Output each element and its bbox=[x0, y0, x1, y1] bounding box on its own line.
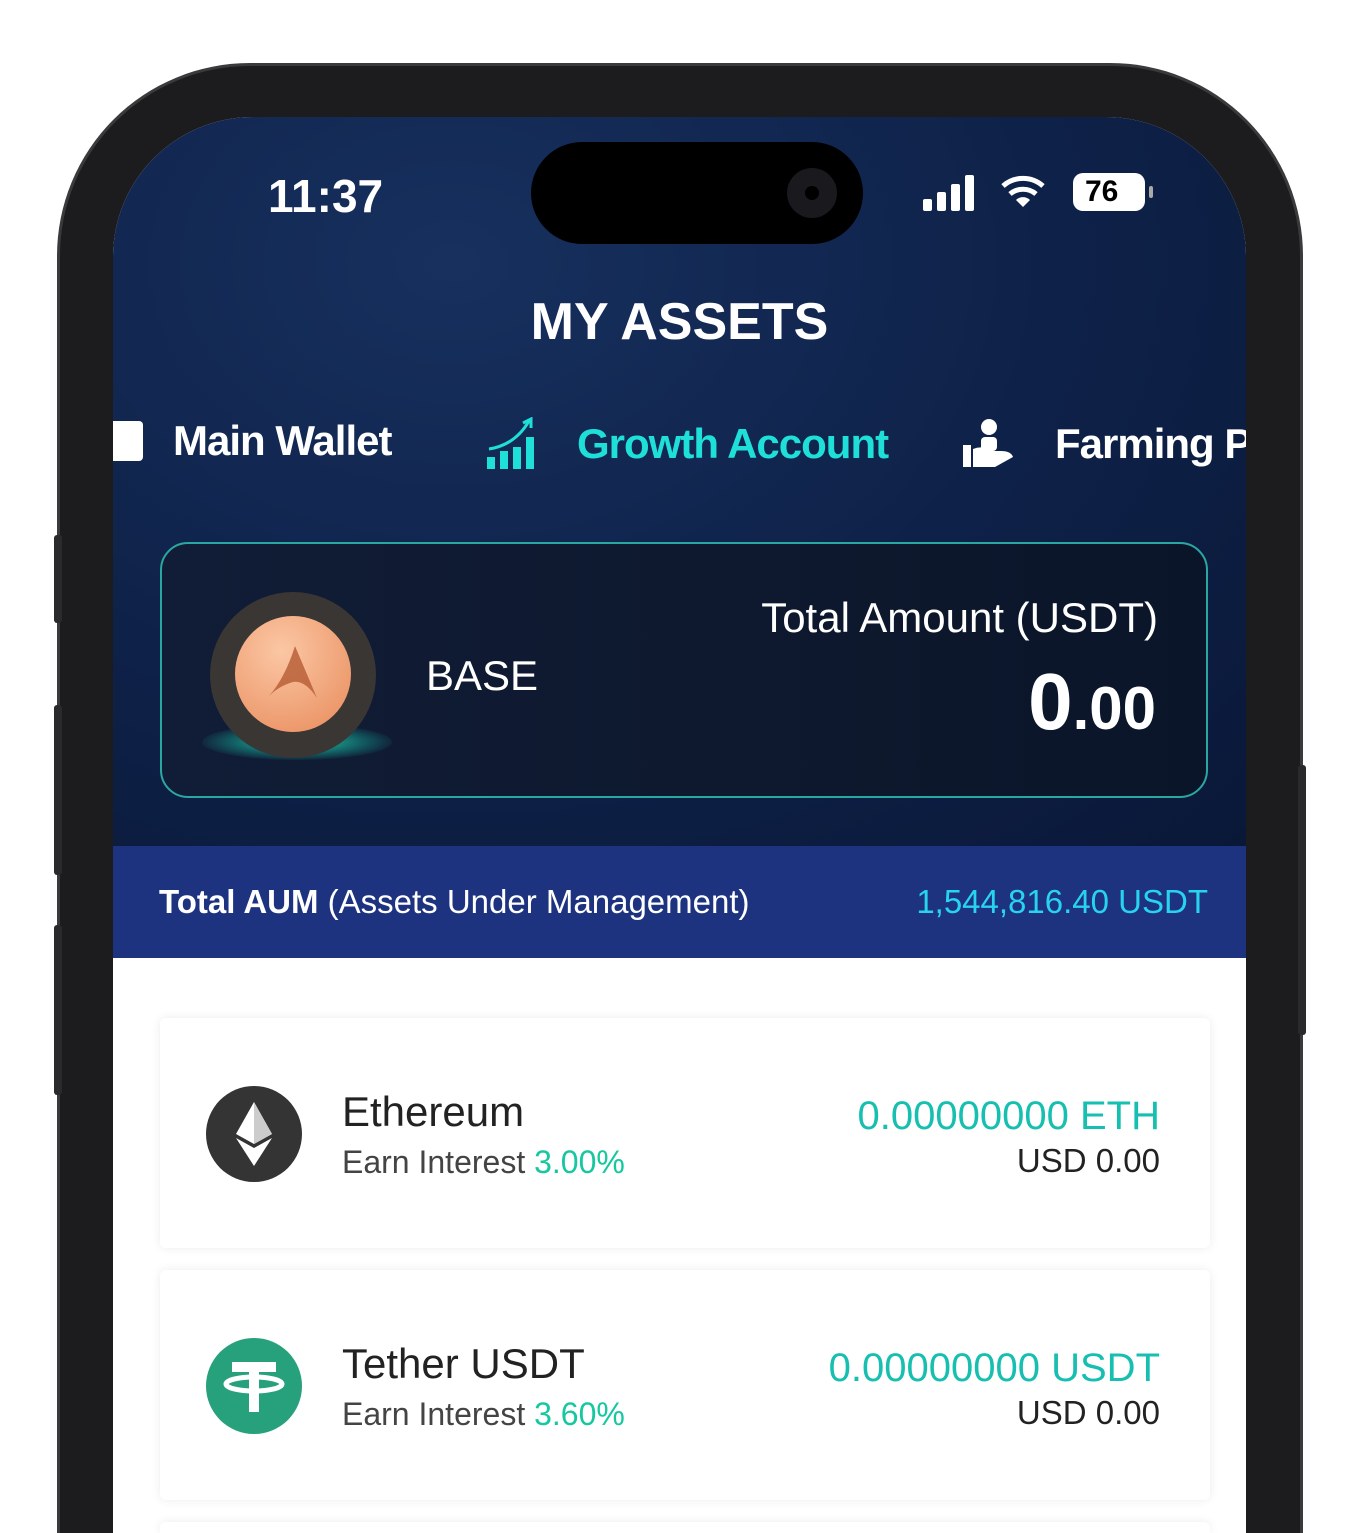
account-name: BASE bbox=[426, 652, 539, 699]
total-amount-label: Total Amount (USDT) bbox=[761, 594, 1158, 641]
signal-icon bbox=[923, 175, 974, 211]
asset-name: Tether USDT bbox=[342, 1340, 585, 1387]
wallet-icon bbox=[113, 421, 143, 461]
asset-amount: 0.00000000 USDT bbox=[828, 1346, 1160, 1390]
total-amount-value: 0.00 bbox=[1028, 656, 1156, 748]
tether-icon bbox=[206, 1338, 302, 1434]
tab-farming[interactable]: Farming P bbox=[961, 417, 1246, 471]
screen: 11:37 76 MY ASSETS Main Wallet Growth Ac… bbox=[113, 117, 1246, 1533]
account-tabs: Main Wallet Growth Account Farming P bbox=[113, 417, 1246, 477]
aum-label-bold: Total AUM bbox=[159, 883, 319, 920]
ethereum-icon bbox=[206, 1086, 302, 1182]
side-button bbox=[54, 705, 62, 875]
asset-usd: USD 0.00 bbox=[1016, 1394, 1160, 1431]
asset-usd: USD 0.00 bbox=[1016, 1142, 1160, 1179]
aum-label-rest: (Assets Under Management) bbox=[318, 883, 750, 920]
asset-row-tether[interactable]: Tether USDT Earn Interest 3.60% 0.000000… bbox=[160, 1270, 1210, 1500]
tab-growth-account[interactable]: Growth Account bbox=[485, 417, 889, 471]
aum-value: 1,544,816.40 USDT bbox=[916, 883, 1208, 920]
asset-interest: Earn Interest 3.60% bbox=[342, 1396, 625, 1433]
side-button bbox=[54, 535, 62, 623]
farming-hand-icon bbox=[963, 419, 1013, 467]
side-button bbox=[54, 925, 62, 1095]
aum-band: Total AUM (Assets Under Management) 1,54… bbox=[113, 846, 1246, 958]
battery-icon: 76 bbox=[1073, 173, 1153, 211]
asset-interest: Earn Interest 3.00% bbox=[342, 1144, 625, 1181]
account-summary-card[interactable]: BASE Total Amount (USDT) 0.00 bbox=[160, 542, 1208, 798]
total-dec: .00 bbox=[1072, 675, 1156, 742]
tab-label: Main Wallet bbox=[173, 417, 392, 464]
side-button bbox=[1298, 765, 1306, 1035]
base-coin-icon bbox=[210, 592, 376, 758]
page: 11:37 76 MY ASSETS Main Wallet Growth Ac… bbox=[0, 0, 1364, 1533]
tab-main-wallet[interactable]: Main Wallet bbox=[113, 417, 392, 465]
asset-row-ethereum[interactable]: Ethereum Earn Interest 3.00% 0.00000000 … bbox=[160, 1018, 1210, 1248]
interest-label: Earn Interest bbox=[342, 1144, 535, 1180]
tab-label: Growth Account bbox=[577, 420, 889, 467]
status-time: 11:37 bbox=[268, 170, 384, 222]
page-title: MY ASSETS bbox=[530, 293, 829, 351]
camera-icon bbox=[787, 168, 837, 218]
asset-amount: 0.00000000 ETH bbox=[857, 1094, 1160, 1138]
interest-rate: 3.00% bbox=[534, 1144, 625, 1180]
aum-label: Total AUM (Assets Under Management) bbox=[159, 883, 750, 921]
wifi-icon bbox=[1001, 173, 1045, 220]
total-int: 0 bbox=[1028, 657, 1073, 746]
interest-label: Earn Interest bbox=[342, 1396, 535, 1432]
growth-chart-icon bbox=[487, 417, 534, 469]
tab-label: Farming P bbox=[1055, 420, 1246, 467]
asset-name: Ethereum bbox=[342, 1088, 525, 1135]
dynamic-island bbox=[531, 142, 863, 244]
asset-row-partial[interactable] bbox=[160, 1522, 1210, 1533]
interest-rate: 3.60% bbox=[534, 1396, 625, 1432]
